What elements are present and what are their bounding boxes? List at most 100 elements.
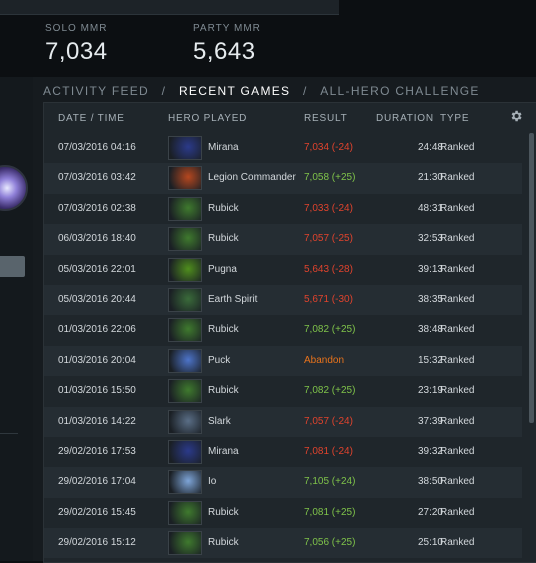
game-result: Abandon [304,354,345,366]
column-header-date[interactable]: DATE / TIME [58,113,125,124]
scrollbar[interactable] [529,133,534,423]
table-row[interactable]: 05/03/2016 22:01 Pugna 5,643 (-28) 39:13 Ran… [44,255,522,285]
table-row[interactable]: 07/03/2016 04:16 Mirana 7,034 (-24) 24:48 Ra… [44,133,522,163]
game-duration: 48:31 [417,202,443,214]
game-date: 07/03/2016 03:42 [58,172,136,184]
side-panel [0,77,33,561]
hero-portrait [168,136,202,160]
tab-recent-games[interactable]: RECENT GAMES [179,84,290,98]
game-duration: 37:39 [417,415,443,427]
party-mmr-value: 5,643 [193,38,256,65]
game-duration: 39:32 [417,445,443,457]
game-type: Ranked [440,476,475,488]
hero-name: Mirana [208,445,239,457]
divider [0,433,18,434]
hero-portrait [168,318,202,343]
hero-name: Slark [208,415,231,427]
tab-separator: / [303,83,308,98]
hero-name: Io [208,476,217,488]
game-type: Ranked [440,233,475,245]
hero-name: Mirana [208,142,239,153]
game-type: Ranked [440,263,475,275]
table-row[interactable]: 29/02/2016 15:12 Rubick 7,056 (+25) 25:10 Ra… [44,528,522,559]
column-header-duration[interactable]: DURATION [376,113,434,124]
table-row[interactable]: 29/02/2016 17:04 Io 7,105 (+24) 38:50 Ranked [44,467,522,498]
table-row[interactable]: 01/03/2016 22:06 Rubick 7,082 (+25) 38:48 Ra… [44,315,522,345]
hero-name: Rubick [208,385,239,397]
game-type: Ranked [440,354,475,366]
hero-name: Pugna [208,263,237,275]
game-type: Ranked [440,415,475,427]
gear-icon[interactable] [509,109,523,123]
game-duration: 15:32 [417,354,443,366]
game-result: 7,056 (+25) [304,537,356,549]
tab-activity-feed[interactable]: ACTIVITY FEED [43,84,149,98]
solo-mmr: SOLO MMR 7,034 [45,23,108,66]
solo-mmr-label: SOLO MMR [45,23,108,34]
game-duration: 23:19 [417,385,443,397]
hero-portrait [168,348,202,373]
hero-name: Rubick [208,233,239,245]
party-mmr-label: PARTY MMR [193,23,261,34]
game-duration: 38:35 [417,293,443,305]
game-date: 01/03/2016 20:04 [58,354,136,366]
game-result: 7,105 (+24) [304,476,356,488]
game-result: 7,034 (-24) [304,142,353,153]
game-result: 7,082 (+25) [304,385,356,397]
game-date: 07/03/2016 02:38 [58,202,136,214]
recent-games-table: DATE / TIME HERO PLAYED RESULT DURATION … [43,102,536,563]
game-result: 5,643 (-28) [304,263,353,275]
table-row[interactable]: 29/02/2016 17:53 Mirana 7,081 (-24) 39:32 Ra… [44,437,522,467]
game-result: 7,082 (+25) [304,324,356,336]
hero-portrait [168,287,202,312]
hero-portrait [168,227,202,252]
avatar[interactable] [0,165,28,211]
game-result: 7,081 (+25) [304,506,356,518]
table-row[interactable]: 01/03/2016 14:22 Slark 7,057 (-24) 37:39 Ran… [44,406,522,437]
game-type: Ranked [440,445,475,457]
hero-name: Rubick [208,202,239,214]
hero-portrait [168,409,202,434]
column-header-hero[interactable]: HERO PLAYED [168,113,247,124]
hero-name: Rubick [208,506,239,518]
game-duration: 24:48 [417,142,443,153]
game-duration: 39:13 [417,263,443,275]
hero-portrait [168,196,202,221]
game-result: 7,033 (-24) [304,202,353,214]
game-type: Ranked [440,172,475,184]
game-duration: 27:20 [417,506,443,518]
hero-portrait [168,470,202,495]
table-row[interactable]: 29/02/2016 15:45 Rubick 7,081 (+25) 27:20 Ra… [44,498,522,528]
side-button[interactable] [0,256,25,277]
column-header-type[interactable]: TYPE [440,113,469,124]
hero-portrait [168,257,202,282]
hero-name: Rubick [208,537,239,549]
tab-all-hero-challenge[interactable]: ALL-HERO CHALLENGE [320,84,479,98]
table-row[interactable]: 07/03/2016 03:42 Legion Commander 7,058 (+… [44,163,522,194]
top-bar [0,0,339,15]
game-date: 29/02/2016 15:12 [58,537,136,549]
table-row[interactable]: 01/03/2016 15:50 Rubick 7,082 (+25) 23:19 Ra… [44,376,522,406]
game-date: 29/02/2016 17:53 [58,445,136,457]
game-date: 05/03/2016 20:44 [58,293,136,305]
game-date: 01/03/2016 14:22 [58,415,136,427]
game-type: Ranked [440,506,475,518]
table-row[interactable]: 06/03/2016 18:40 Rubick 7,057 (-25) 32:53 Ra… [44,224,522,255]
game-result: 5,671 (-30) [304,293,353,305]
hero-portrait [168,531,202,556]
game-duration: 32:53 [417,233,443,245]
table-row[interactable]: 01/03/2016 20:04 Puck Abandon 15:32 Ranked [44,345,522,377]
game-type: Ranked [440,142,475,153]
table-row[interactable]: 05/03/2016 20:44 Earth Spirit 5,671 (-30) 3… [44,284,522,316]
game-type: Ranked [440,385,475,397]
game-type: Ranked [440,293,475,305]
profile-content: ACTIVITY FEED / RECENT GAMES / ALL-HERO … [33,77,536,563]
game-date: 05/03/2016 22:01 [58,263,136,275]
game-result: 7,057 (-24) [304,415,353,427]
column-header-result[interactable]: RESULT [304,113,348,124]
game-type: Ranked [440,324,475,336]
table-row[interactable]: 07/03/2016 02:38 Rubick 7,033 (-24) 48:31 Ra… [44,194,522,224]
game-duration: 38:50 [417,476,443,488]
hero-portrait [168,439,202,464]
game-date: 01/03/2016 15:50 [58,385,136,397]
